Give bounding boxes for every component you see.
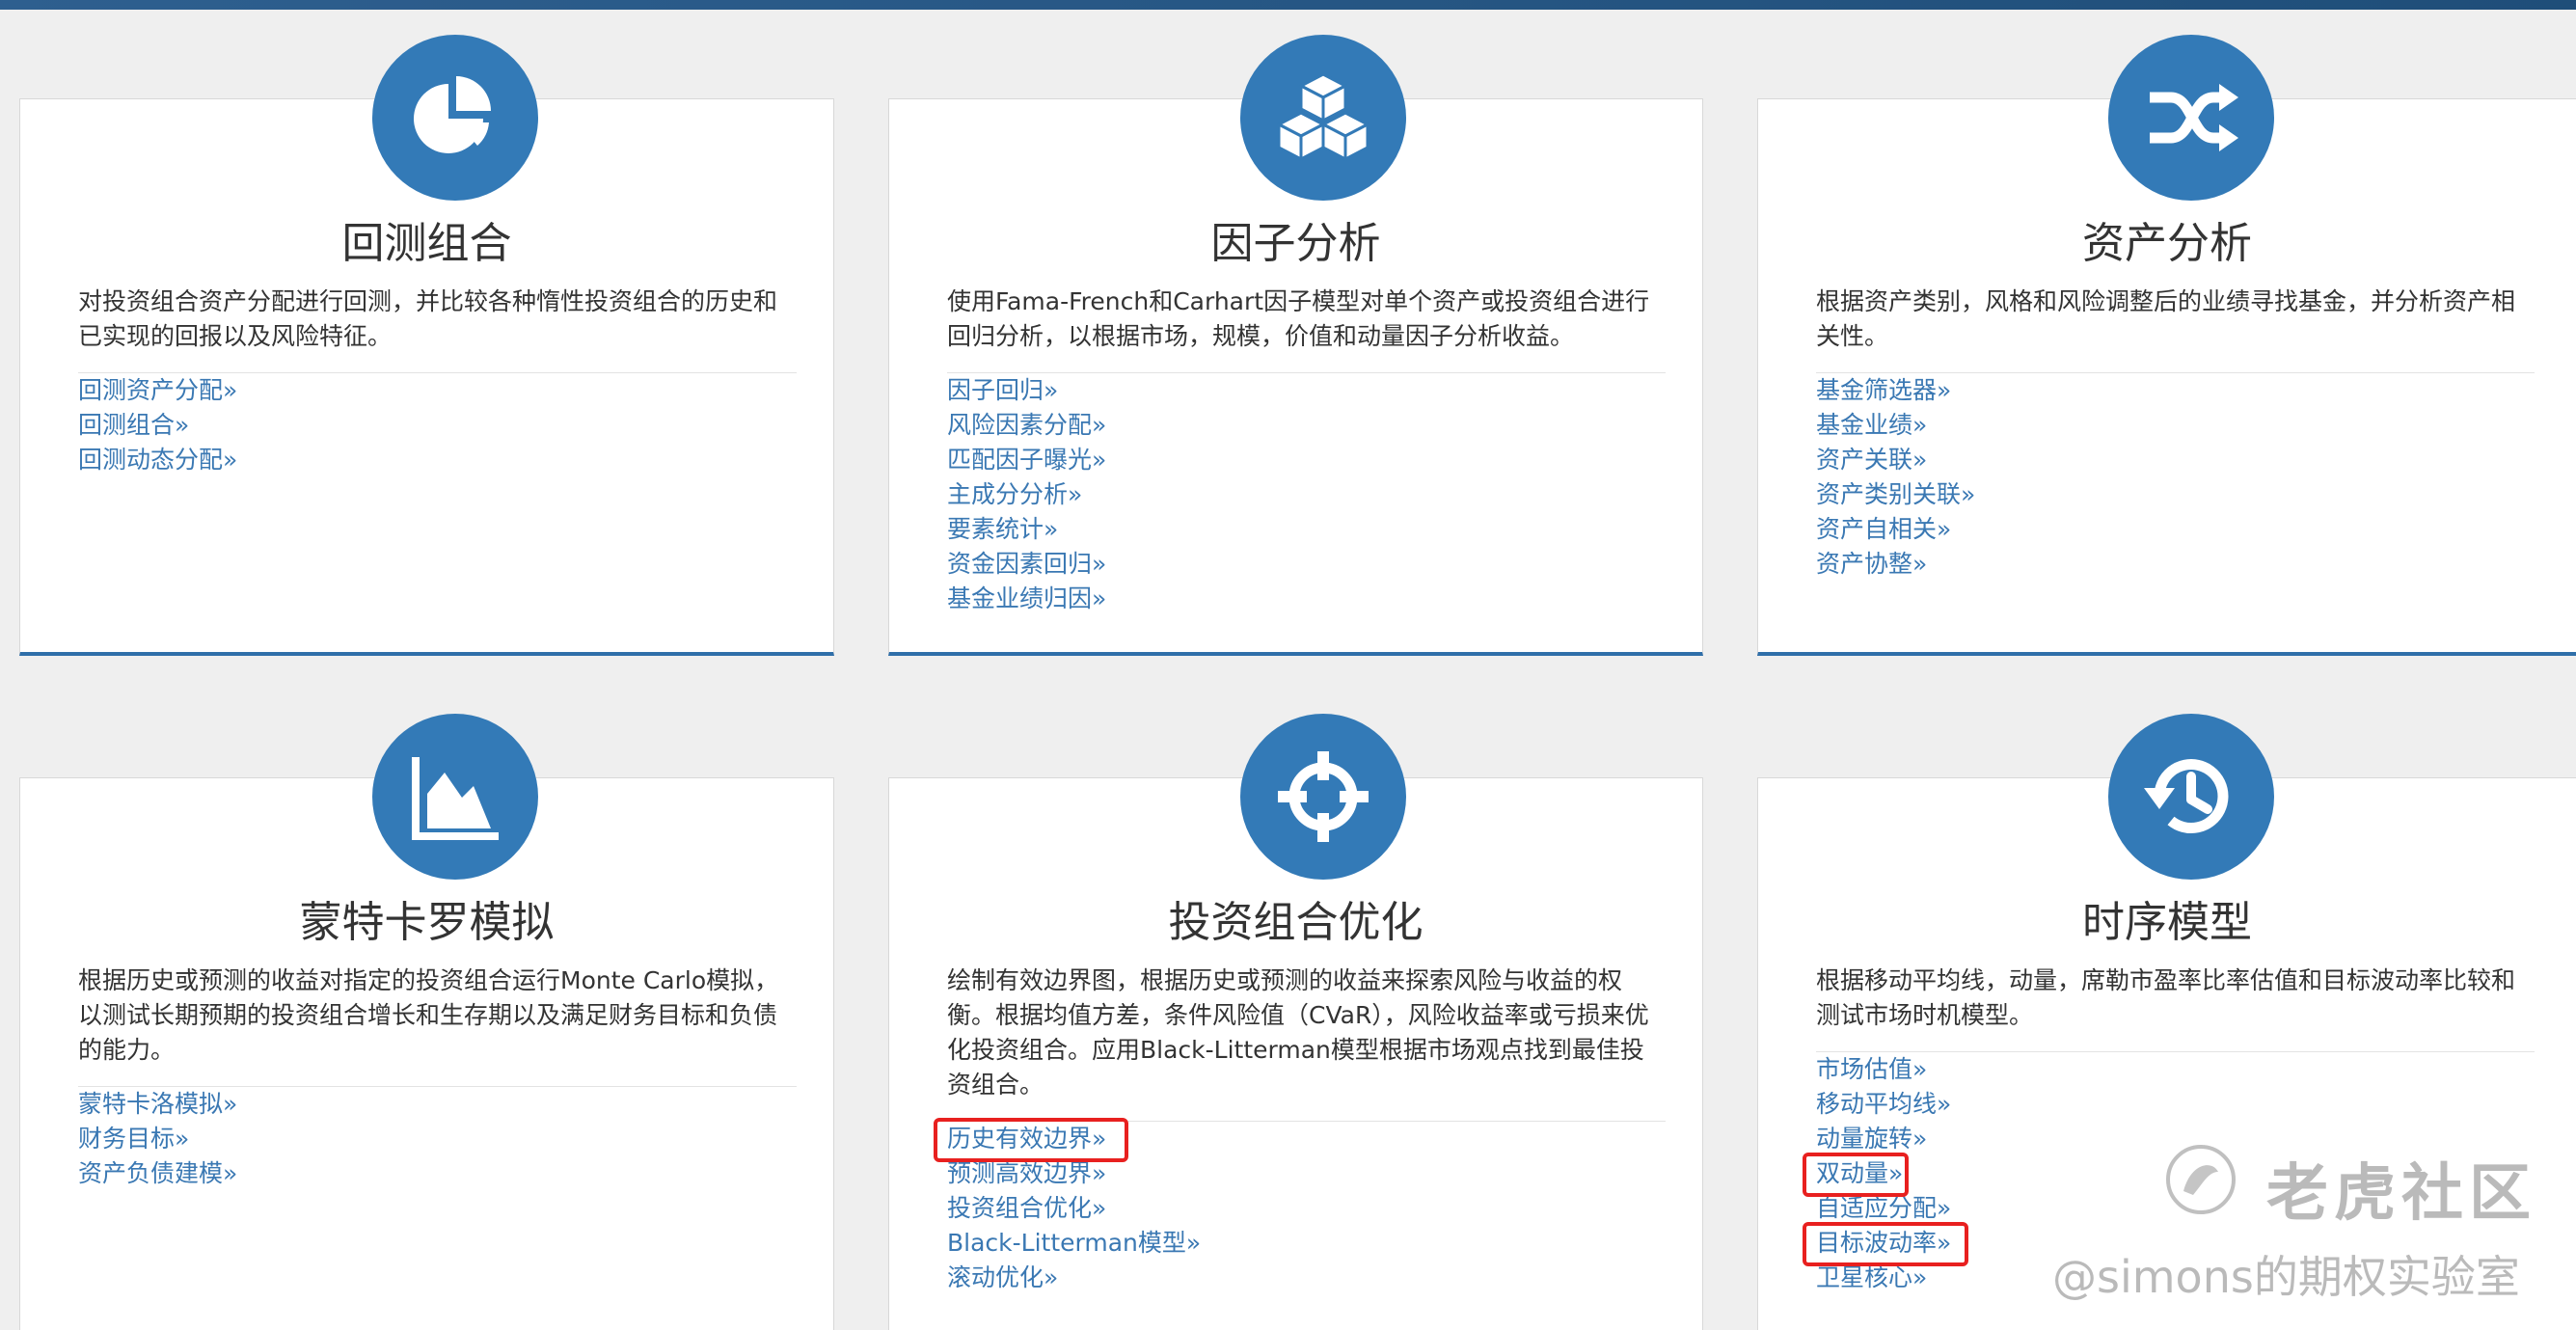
- card-title: 时序模型: [2082, 898, 2252, 947]
- card-title: 回测组合: [341, 219, 512, 268]
- link-list: 蒙特卡洛模拟» 财务目标» 资产负债建模»: [78, 1087, 237, 1191]
- highlight-box: [1803, 1222, 1968, 1266]
- watermark-author: @simons的期权实验室: [2052, 1251, 2520, 1303]
- card-title: 资产分析: [2082, 219, 2252, 268]
- link-backtest-dynamic-allocation[interactable]: 回测动态分配»: [78, 446, 237, 474]
- list-item: 回测动态分配»: [78, 443, 237, 477]
- link-factor-statistics[interactable]: 要素统计»: [947, 515, 1058, 543]
- list-item: 财务目标»: [78, 1122, 237, 1156]
- list-item: 投资组合优化»: [947, 1191, 1201, 1226]
- list-item: 移动平均线»: [1816, 1087, 1951, 1122]
- link-forecasted-efficient-frontier[interactable]: 预测高效边界»: [947, 1159, 1106, 1187]
- list-item: 资产负债建模»: [78, 1156, 237, 1191]
- link-rolling-optimization[interactable]: 滚动优化»: [947, 1263, 1058, 1291]
- list-item: 市场估值»: [1816, 1052, 1951, 1087]
- link-monte-carlo-simulation[interactable]: 蒙特卡洛模拟»: [78, 1090, 237, 1118]
- link-asset-autocorrelation[interactable]: 资产自相关»: [1816, 515, 1951, 543]
- link-fund-screener[interactable]: 基金筛选器»: [1816, 376, 1951, 404]
- link-fund-factor-regression[interactable]: 资金因素回归»: [947, 550, 1106, 578]
- card-description: 根据资产类别，风格和风险调整后的业绩寻找基金，并分析资产相关性。: [1816, 287, 2516, 350]
- link-risk-factor-allocation[interactable]: 风险因素分配»: [947, 411, 1106, 439]
- card-description: 使用Fama-French和Carhart因子模型对单个资产或投资组合进行回归分…: [947, 287, 1650, 350]
- top-bar: [0, 0, 2576, 10]
- link-black-litterman-model[interactable]: Black-Litterman模型»: [947, 1229, 1201, 1257]
- highlight-box: [934, 1118, 1128, 1162]
- card-title: 因子分析: [1210, 219, 1381, 268]
- list-item: 风险因素分配»: [947, 408, 1106, 443]
- list-item: Black-Litterman模型»: [947, 1226, 1201, 1261]
- list-item: 基金筛选器»: [1816, 373, 1975, 408]
- link-match-factor-exposures[interactable]: 匹配因子曝光»: [947, 446, 1106, 474]
- pie-chart-icon: [372, 35, 538, 201]
- link-fund-performance-attribution[interactable]: 基金业绩归因»: [947, 584, 1106, 612]
- list-item: 动量旋转»: [1816, 1122, 1951, 1156]
- link-list: 基金筛选器» 基金业绩» 资产关联» 资产类别关联» 资产自相关» 资产协整»: [1816, 373, 1975, 582]
- link-momentum-rotation[interactable]: 动量旋转»: [1816, 1125, 1927, 1153]
- link-factor-regression[interactable]: 因子回归»: [947, 376, 1058, 404]
- link-asset-correlation[interactable]: 资产关联»: [1816, 446, 1927, 474]
- list-item: 回测资产分配»: [78, 373, 237, 408]
- list-item: 基金业绩»: [1816, 408, 1975, 443]
- link-list: 因子回归» 风险因素分配» 匹配因子曝光» 主成分分析» 要素统计» 资金因素回…: [947, 373, 1106, 616]
- card-description: 对投资组合资产分配进行回测，并比较各种惰性投资组合的历史和已实现的回报以及风险特…: [78, 287, 778, 350]
- link-asset-class-correlation[interactable]: 资产类别关联»: [1816, 480, 1975, 508]
- list-item: 基金业绩归因»: [947, 582, 1106, 616]
- link-backtest-portfolio[interactable]: 回测组合»: [78, 411, 189, 439]
- link-asset-liability-modeling[interactable]: 资产负债建模»: [78, 1159, 237, 1187]
- cubes-icon: [1240, 35, 1406, 201]
- card-title: 投资组合优化: [1168, 898, 1424, 947]
- link-principal-component-analysis[interactable]: 主成分分析»: [947, 480, 1082, 508]
- list-item: 因子回归»: [947, 373, 1106, 408]
- link-financial-goals[interactable]: 财务目标»: [78, 1125, 189, 1153]
- link-moving-averages[interactable]: 移动平均线»: [1816, 1090, 1951, 1118]
- link-backtest-asset-allocation[interactable]: 回测资产分配»: [78, 376, 237, 404]
- list-item: 资金因素回归»: [947, 547, 1106, 582]
- list-item: 匹配因子曝光»: [947, 443, 1106, 477]
- list-item: 滚动优化»: [947, 1261, 1201, 1295]
- link-list: 回测资产分配» 回测组合» 回测动态分配»: [78, 373, 237, 477]
- card-description: 根据历史或预测的收益对指定的投资组合运行Monte Carlo模拟，以测试长期预…: [78, 966, 779, 1064]
- card-description: 绘制有效边界图，根据历史或预测的收益来探索风险与收益的权衡。根据均值方差，条件风…: [947, 966, 1649, 1099]
- watermark-logo-icon: [2164, 1143, 2237, 1216]
- list-item: 资产类别关联»: [1816, 477, 1975, 512]
- card-description: 根据移动平均线，动量，席勒市盈率比率估值和目标波动率比较和测试市场时机模型。: [1816, 966, 2516, 1029]
- link-adaptive-allocation[interactable]: 自适应分配»: [1816, 1194, 1951, 1222]
- list-item: 资产关联»: [1816, 443, 1975, 477]
- list-item: 要素统计»: [947, 512, 1106, 547]
- card-title: 蒙特卡罗模拟: [299, 898, 555, 947]
- list-item: 资产自相关»: [1816, 512, 1975, 547]
- link-core-satellite[interactable]: 卫星核心»: [1816, 1263, 1927, 1291]
- link-market-valuation[interactable]: 市场估值»: [1816, 1055, 1927, 1083]
- area-chart-icon: [372, 714, 538, 880]
- shuffle-icon: [2108, 35, 2274, 201]
- link-asset-cointegration[interactable]: 资产协整»: [1816, 550, 1927, 578]
- list-item: 回测组合»: [78, 408, 237, 443]
- list-item: 资产协整»: [1816, 547, 1975, 582]
- watermark-brand: 老虎社区: [2266, 1158, 2536, 1230]
- list-item: 蒙特卡洛模拟»: [78, 1087, 237, 1122]
- highlight-box: [1803, 1153, 1909, 1197]
- crosshair-icon: [1240, 714, 1406, 880]
- link-fund-performance[interactable]: 基金业绩»: [1816, 411, 1927, 439]
- link-portfolio-optimization[interactable]: 投资组合优化»: [947, 1194, 1106, 1222]
- list-item: 主成分分析»: [947, 477, 1106, 512]
- history-icon: [2108, 714, 2274, 880]
